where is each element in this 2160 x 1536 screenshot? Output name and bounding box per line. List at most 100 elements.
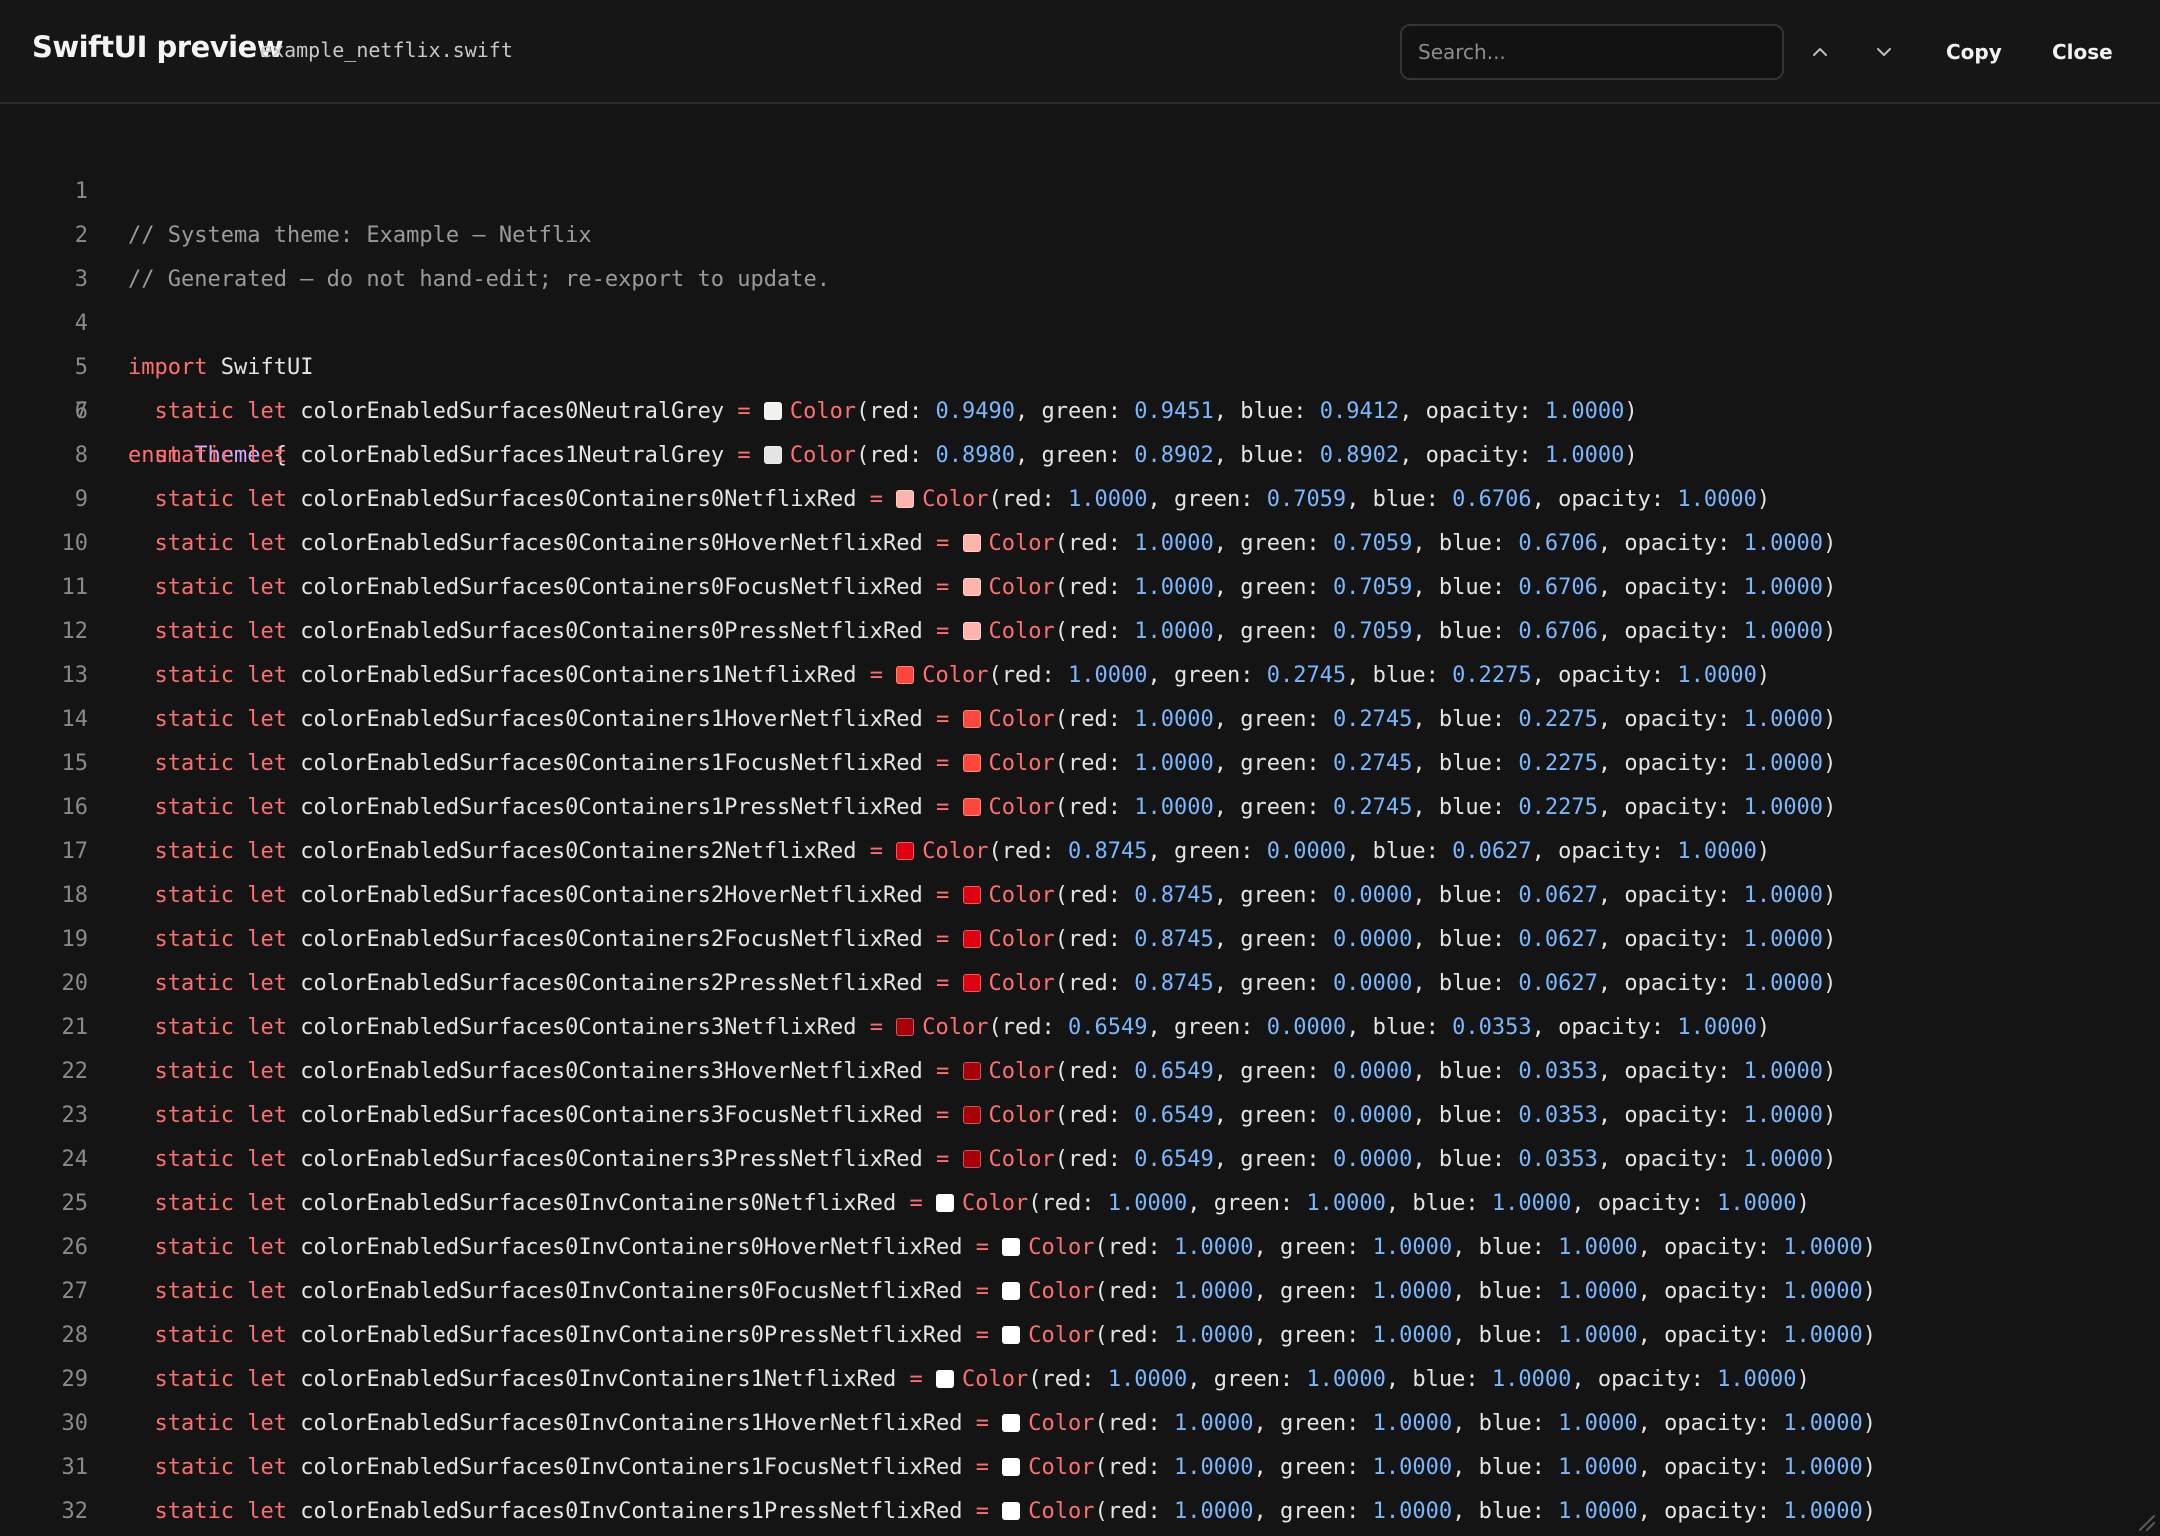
static-keyword: static: [154, 883, 234, 908]
green-value: 0.7059: [1332, 531, 1413, 556]
punct: , blue:: [1213, 443, 1320, 468]
code-line: 23 static let colorEnabledSurfaces0Conta…: [0, 1094, 2160, 1138]
opacity-value: 1.0000: [1783, 1499, 1863, 1524]
color-swatch-icon: [962, 886, 981, 904]
property-name: colorEnabledSurfaces0Containers3PressNet…: [300, 1147, 923, 1172]
resize-grip-icon[interactable]: [2134, 1510, 2156, 1532]
punct: ): [1756, 663, 1771, 688]
color-type: Color: [988, 707, 1055, 732]
code-line: 4 import SwiftUI: [0, 258, 2160, 380]
punct: , blue:: [1346, 487, 1453, 512]
punct: , blue:: [1412, 1059, 1519, 1084]
let-keyword: let: [247, 575, 287, 600]
property-name: colorEnabledSurfaces0Containers0PressNet…: [300, 619, 923, 644]
punct: (red:: [856, 443, 936, 468]
property-name: colorEnabledSurfaces0Containers1FocusNet…: [300, 751, 923, 776]
code-view[interactable]: 1 // Systema theme: Example — Netflix 2 …: [0, 106, 2160, 1536]
code-content: static let colorEnabledSurfaces0Containe…: [128, 918, 1837, 962]
punct: , green:: [1253, 1323, 1373, 1348]
green-value: 0.0000: [1332, 1147, 1413, 1172]
green-value: 0.7059: [1266, 487, 1347, 512]
code-content: static let colorEnabledSurfaces0Containe…: [128, 478, 1771, 522]
color-type: Color: [988, 1059, 1055, 1084]
color-type: Color: [988, 531, 1055, 556]
code-content: static let colorEnabledSurfaces0Containe…: [128, 1050, 1837, 1094]
punct: , blue:: [1452, 1411, 1559, 1436]
previous-match-button[interactable]: [1800, 32, 1840, 72]
opacity-value: 1.0000: [1743, 619, 1824, 644]
punct: (red:: [1054, 531, 1135, 556]
blue-value: 1.0000: [1558, 1455, 1638, 1480]
assign-operator: =: [737, 399, 751, 424]
code-line: 11 static let colorEnabledSurfaces0Conta…: [0, 566, 2160, 610]
close-button[interactable]: Close: [2044, 32, 2121, 72]
code-line: 14 static let colorEnabledSurfaces0Conta…: [0, 698, 2160, 742]
blue-value: 1.0000: [1558, 1235, 1638, 1260]
static-keyword: static: [154, 1499, 234, 1524]
let-keyword: let: [247, 707, 287, 732]
blue-value: 1.0000: [1558, 1279, 1638, 1304]
green-value: 1.0000: [1372, 1323, 1453, 1348]
property-name: colorEnabledSurfaces0InvContainers1Press…: [300, 1499, 963, 1524]
punct: , green:: [1147, 1015, 1267, 1040]
assign-operator: =: [936, 1147, 950, 1172]
punct: , blue:: [1412, 707, 1519, 732]
code-line: 31 static let colorEnabledSurfaces0InvCo…: [0, 1446, 2160, 1490]
code-content: static let colorEnabledSurfaces0Containe…: [128, 830, 1771, 874]
punct: ): [1862, 1323, 1877, 1348]
search-input[interactable]: [1400, 24, 1784, 80]
static-keyword: static: [154, 531, 234, 556]
property-name: colorEnabledSurfaces0Containers0HoverNet…: [300, 531, 923, 556]
punct: , green:: [1253, 1455, 1373, 1480]
assign-operator: =: [936, 1103, 950, 1128]
chevron-down-icon: [1877, 48, 1891, 56]
red-value: 1.0000: [1134, 795, 1214, 820]
color-type: Color: [1028, 1455, 1095, 1480]
punct: , blue:: [1213, 399, 1320, 424]
property-name: colorEnabledSurfaces0Containers3NetflixR…: [300, 1015, 857, 1040]
assign-operator: =: [975, 1499, 989, 1524]
punct: , green:: [1187, 1191, 1307, 1216]
property-name: colorEnabledSurfaces0Containers0NetflixR…: [300, 487, 857, 512]
copy-button[interactable]: Copy: [1938, 32, 2010, 72]
blue-value: 0.2275: [1452, 663, 1532, 688]
punct: (red:: [988, 1015, 1068, 1040]
color-swatch-icon: [962, 1062, 981, 1080]
color-type: Color: [922, 487, 989, 512]
green-value: 0.2745: [1266, 663, 1347, 688]
opacity-value: 1.0000: [1743, 927, 1824, 952]
line-number: 11: [61, 575, 89, 600]
punct: , blue:: [1412, 619, 1519, 644]
line-number: 12: [61, 619, 89, 644]
property-name: colorEnabledSurfaces0InvContainers1Netfl…: [300, 1367, 897, 1392]
green-value: 1.0000: [1372, 1279, 1453, 1304]
next-match-button[interactable]: [1864, 32, 1904, 72]
let-keyword: let: [247, 751, 287, 776]
punct: ): [1823, 707, 1837, 732]
opacity-value: 1.0000: [1717, 1191, 1797, 1216]
let-keyword: let: [247, 1191, 287, 1216]
punct: ): [1823, 619, 1837, 644]
assign-operator: =: [975, 1455, 989, 1480]
punct: , opacity:: [1531, 487, 1678, 512]
code-content: static let colorEnabledSurfaces0InvConta…: [128, 1490, 1877, 1534]
assign-operator: =: [936, 971, 950, 996]
blue-value: 0.0627: [1452, 839, 1532, 864]
punct: (red:: [1094, 1411, 1174, 1436]
code-content: static let colorEnabledSurfaces0Containe…: [128, 610, 1837, 654]
code-content: static let colorEnabledSurfaces0InvConta…: [128, 1270, 1877, 1314]
code-content: static let colorEnabledSurfaces0Containe…: [128, 654, 1771, 698]
color-type: Color: [789, 399, 857, 424]
color-swatch-icon: [936, 1194, 955, 1212]
punct: (red:: [1094, 1323, 1174, 1348]
assign-operator: =: [936, 707, 950, 732]
assign-operator: =: [975, 1411, 989, 1436]
punct: , opacity:: [1399, 443, 1545, 468]
punct: , opacity:: [1637, 1499, 1784, 1524]
line-number: 7: [74, 399, 88, 424]
punct: , opacity:: [1531, 1015, 1678, 1040]
punct: ): [1823, 971, 1837, 996]
static-keyword: static: [154, 707, 234, 732]
green-value: 0.8902: [1134, 443, 1214, 468]
punct: (red:: [1094, 1499, 1174, 1524]
